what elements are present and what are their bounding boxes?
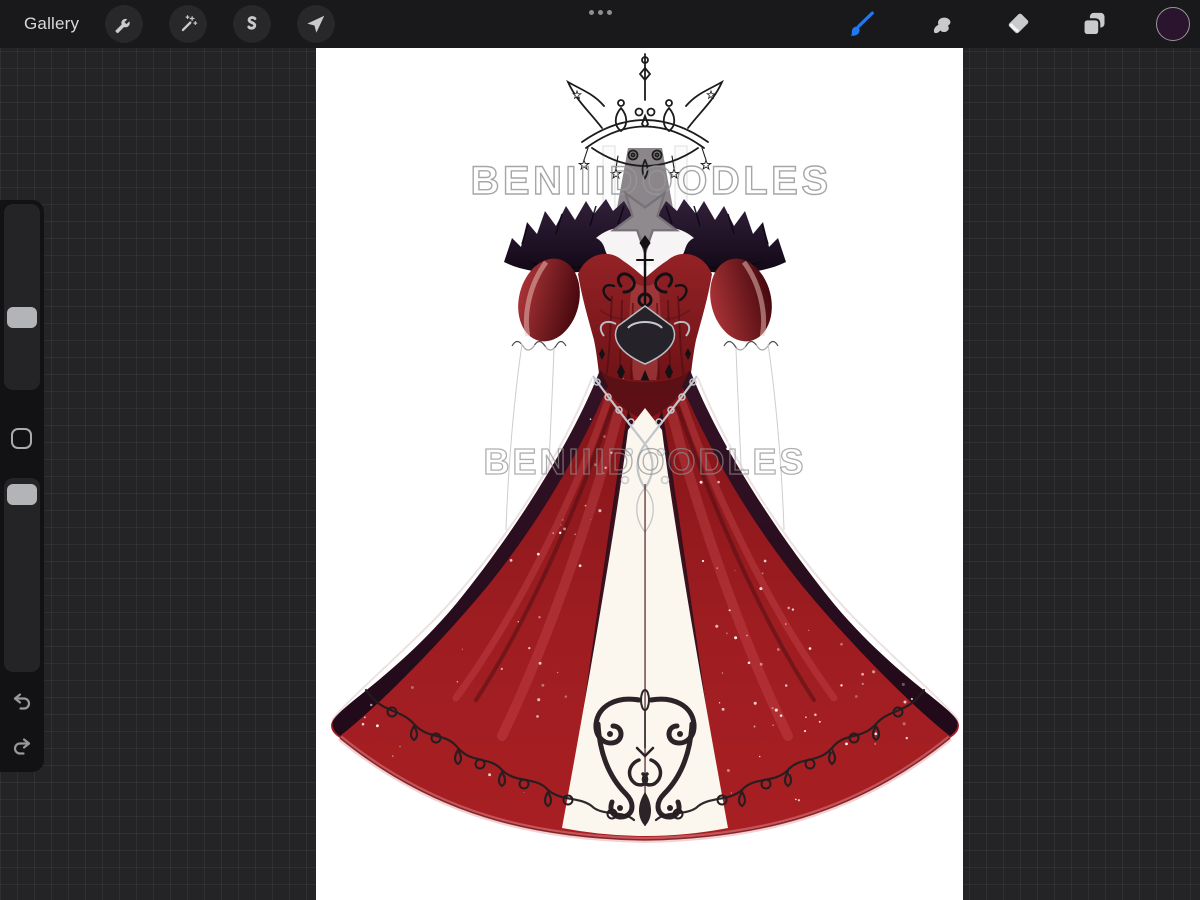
magic-wand-icon (181, 15, 198, 32)
brush-size-thumb[interactable] (7, 307, 37, 329)
wrench-icon (115, 18, 130, 34)
brush-sidebar (0, 200, 44, 772)
redo-button[interactable] (8, 733, 36, 761)
opacity-slider[interactable] (4, 478, 40, 672)
opacity-thumb[interactable] (7, 484, 37, 506)
dot (597, 9, 603, 15)
color-swatch-button[interactable] (1156, 7, 1190, 41)
paintbrush-icon (850, 11, 874, 36)
undo-button[interactable] (8, 688, 36, 716)
selection-s-icon (247, 16, 257, 30)
smudge-tool-button[interactable] (925, 7, 959, 41)
transform-arrow-icon (307, 15, 325, 33)
erase-tool-button[interactable] (1001, 7, 1035, 41)
watermark-upper: BENIIIDOODLES (470, 159, 831, 203)
undo-arrow-icon (13, 693, 31, 710)
ballgown-artwork: BENIIIDOODLES BENIIIDOODLES (331, 53, 959, 844)
modify-button[interactable] (11, 428, 32, 449)
dot (606, 9, 612, 15)
paint-tool-button[interactable] (844, 7, 878, 41)
brush-size-slider[interactable] (4, 204, 40, 390)
layers-icon (1082, 12, 1105, 37)
eraser-icon (1008, 13, 1029, 34)
redo-arrow-icon (13, 738, 31, 755)
smudge-finger-icon (933, 17, 951, 34)
gallery-button[interactable]: Gallery (24, 0, 79, 48)
drawing-canvas[interactable]: BENIIIDOODLES BENIIIDOODLES (316, 48, 963, 900)
layers-button[interactable] (1077, 7, 1111, 41)
transform-button[interactable] (297, 5, 335, 43)
canvas-menu-dots[interactable] (585, 7, 615, 17)
watermark-lower: BENIIIDOODLES (483, 441, 806, 482)
top-toolbar: Gallery (0, 0, 1200, 48)
adjustments-button[interactable] (169, 5, 207, 43)
actions-button[interactable] (105, 5, 143, 43)
selection-button[interactable] (233, 5, 271, 43)
dot (588, 9, 594, 15)
